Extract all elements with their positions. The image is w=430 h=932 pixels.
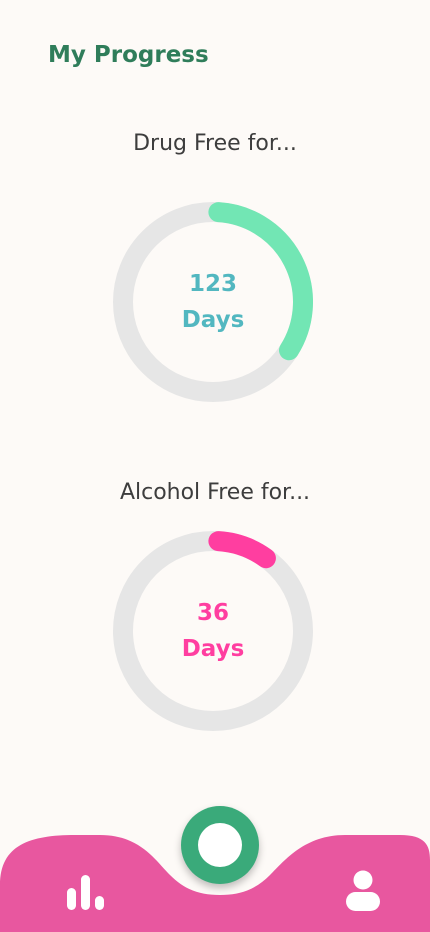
alcohol-ring-label: 36 Days <box>113 531 313 731</box>
alcohol-free-title: Alcohol Free for... <box>119 480 311 505</box>
drug-days-count: 123 <box>188 271 237 297</box>
progress-stats-button[interactable] <box>58 866 114 916</box>
home-action-button[interactable] <box>181 806 259 884</box>
bar-chart-icon <box>67 875 104 910</box>
ring-icon <box>198 823 242 867</box>
bottom-navigation <box>0 790 430 932</box>
alcohol-days-count: 36 <box>196 600 229 626</box>
alcohol-days-unit: Days <box>181 636 245 662</box>
drug-free-progress-ring: 123 Days <box>113 202 313 402</box>
user-icon <box>346 870 380 911</box>
alcohol-free-progress-ring: 36 Days <box>113 531 313 731</box>
profile-button[interactable] <box>338 866 388 916</box>
page-title: My Progress <box>48 42 209 68</box>
drug-ring-label: 123 Days <box>113 202 313 402</box>
drug-days-unit: Days <box>181 307 245 333</box>
drug-free-title: Drug Free for... <box>133 131 297 156</box>
